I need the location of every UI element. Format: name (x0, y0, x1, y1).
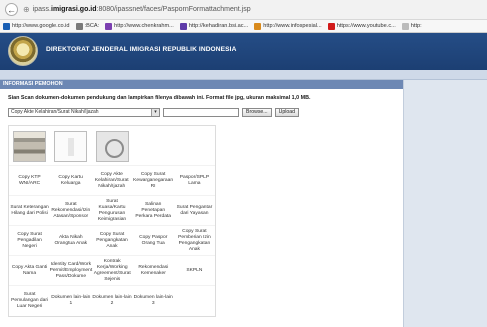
document-row: Copy KTP WNI/ARC Copy Kartu Keluarga Cop… (9, 166, 215, 196)
imigrasi-logo-icon (8, 36, 38, 66)
document-label[interactable]: Surat Pengantar dari Yayasan (174, 196, 215, 225)
blue-square-icon (3, 22, 10, 30)
document-label[interactable]: Akta Nikah Orangtua Anak (50, 226, 91, 255)
thumbnail-row (9, 126, 215, 166)
upload-button[interactable]: Upload (274, 107, 300, 117)
document-type-select[interactable]: Copy Akte Kelahiran/Surat Nikah/Ijazah ▾ (8, 107, 160, 117)
document-label[interactable]: Copy Surat Kewarganegaraan RI (132, 166, 174, 195)
upload-instruction: Sian Scan dokumen-dokumen pendukung dan … (8, 95, 311, 101)
file-path-input[interactable] (163, 107, 239, 117)
tools-icon (254, 22, 262, 30)
bookmarks-bar: http://www.google.co.id :BCA: http://www… (0, 20, 487, 33)
document-label[interactable]: Copy Akta Ganti Nama (9, 256, 50, 285)
document-label[interactable]: Copy Akte Kelahiran/Surat Nikah/Ijazah (91, 166, 132, 195)
site-header: DIREKTORAT JENDERAL IMIGRASI REPUBLIK IN… (0, 33, 487, 70)
bank-icon (75, 22, 83, 30)
ktp-thumbnail[interactable] (13, 131, 47, 162)
document-label[interactable]: Surat Rekomendasi/Izin Atasan/Sponsor (50, 196, 91, 225)
document-label[interactable]: Copy Surat Pengadilan Negeri (9, 226, 50, 255)
document-label[interactable]: Surat Pemulangan dari Luar Negeri (9, 286, 50, 316)
document-type-value: Copy Akte Kelahiran/Surat Nikah/Ijazah (11, 108, 99, 115)
bookmark-other[interactable]: http: (401, 22, 422, 30)
purple-square-icon (105, 22, 113, 30)
document-label[interactable]: Dokumen lain-lain 3 (133, 286, 174, 316)
document-label[interactable]: Copy Surat Pengangkatan Anak (91, 226, 132, 255)
bookmark-chenkrahm[interactable]: http://www.chenkrahm... (105, 22, 174, 30)
thumb-cell[interactable] (9, 126, 50, 163)
bookmark-bca[interactable]: :BCA: (75, 22, 99, 30)
document-label[interactable]: Dokumen lain-lain 2 (91, 286, 132, 316)
purple-square-icon (179, 22, 187, 30)
thumb-cell[interactable] (50, 126, 91, 163)
nav-strip (0, 70, 487, 80)
kk-thumbnail[interactable] (54, 131, 88, 162)
upload-form: Copy Akte Kelahiran/Surat Nikah/Ijazah ▾… (8, 107, 300, 117)
document-label[interactable]: Identity Card/Work Permit/Employment Pas… (50, 256, 93, 285)
bookmark-google[interactable]: http://www.google.co.id (3, 22, 70, 30)
bookmark-youtube[interactable]: https://www.youtube.c... (327, 22, 396, 30)
document-label[interactable]: Copy Paspor Orang Tua (133, 226, 174, 255)
document-label[interactable]: Dokumen lain-lain 1 (50, 286, 91, 316)
document-label[interactable]: Kontrak Kerja/Working Agreement/Surat Se… (92, 256, 133, 285)
document-label[interactable]: Copy KTP WNI/ARC (9, 166, 50, 195)
thumb-cell[interactable] (91, 126, 132, 163)
document-label[interactable]: Copy Surat Pemberian Izin Pengangkatan A… (174, 226, 215, 255)
bookmark-infospesial[interactable]: http://www.infospesial... (254, 22, 322, 30)
url-text[interactable]: ipass.imigrasi.go.id:8080/ipassnet/faces… (33, 6, 251, 13)
document-label[interactable]: Paspor/SPLP Lama (174, 166, 215, 195)
document-row: Surat Keterangan Hilang dari Polisi Sura… (9, 196, 215, 226)
document-label[interactable]: Rekomendasi Kemenaker (133, 256, 174, 285)
site-info-icon[interactable]: ⊕ (23, 5, 30, 14)
bookmark-kehadiran[interactable]: http://kehadiran.bsi.ac... (179, 22, 248, 30)
document-label[interactable]: Copy Kartu Keluarga (50, 166, 91, 195)
right-sidebar (403, 80, 487, 327)
page-icon (401, 22, 409, 30)
document-label[interactable]: Surat Keterangan Hilang dari Polisi (9, 196, 50, 225)
browse-button[interactable]: Browse... (242, 107, 272, 117)
site-title: DIREKTORAT JENDERAL IMIGRASI REPUBLIK IN… (46, 46, 237, 53)
back-button[interactable]: ← (5, 3, 18, 16)
youtube-icon (327, 22, 335, 30)
document-label[interactable]: Surat Kuasa/Kartu Pengurusan Keimigrasia… (91, 196, 132, 225)
chevron-down-icon[interactable]: ▾ (151, 108, 159, 116)
document-label[interactable]: SKPLN (174, 256, 215, 285)
document-grid: Copy KTP WNI/ARC Copy Kartu Keluarga Cop… (8, 125, 216, 317)
document-row: Surat Pemulangan dari Luar Negeri Dokume… (9, 286, 215, 316)
back-arrow-icon: ← (7, 4, 16, 15)
section-title: INFORMASI PEMOHON (0, 80, 403, 89)
akte-thumbnail[interactable] (95, 131, 129, 162)
document-row: Copy Akta Ganti Nama Identity Card/Work … (9, 256, 215, 286)
document-label[interactable]: Salinan Penetapan Perkara Perdata (133, 196, 174, 225)
address-bar[interactable]: ← ⊕ ipass.imigrasi.go.id:8080/ipassnet/f… (0, 0, 487, 20)
document-row: Copy Surat Pengadilan Negeri Akta Nikah … (9, 226, 215, 256)
